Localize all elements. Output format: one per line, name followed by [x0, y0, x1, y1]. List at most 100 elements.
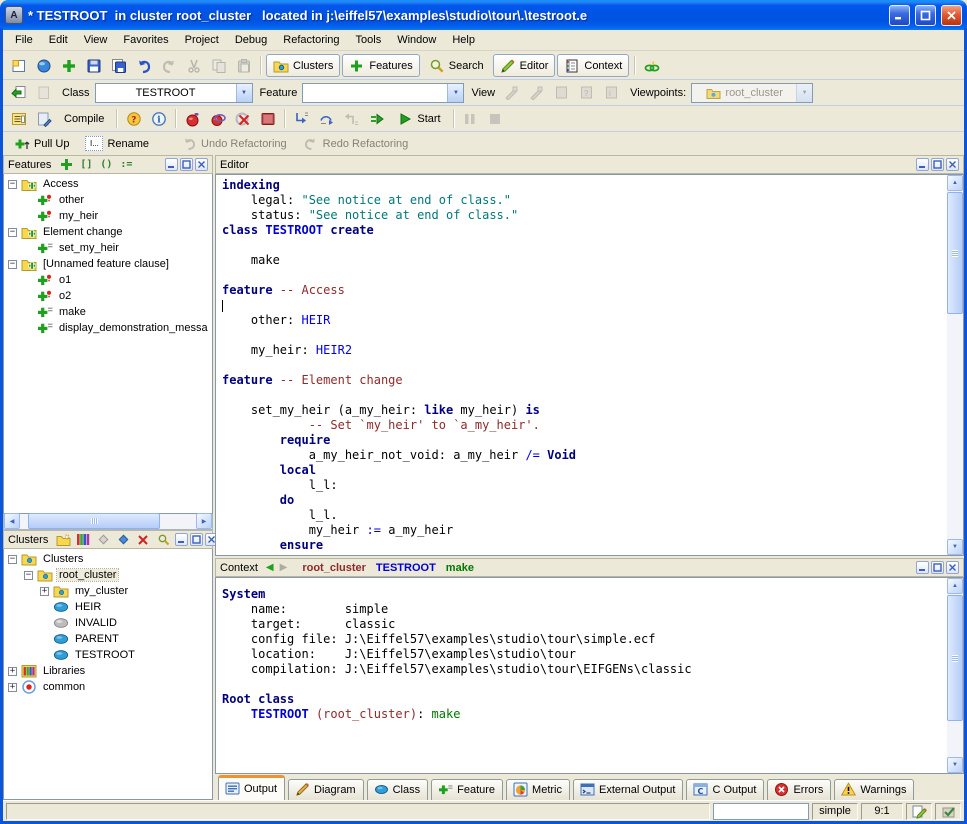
panel-minimize-icon[interactable]	[175, 533, 188, 546]
chevron-down-icon[interactable]: ▼	[447, 84, 463, 102]
menu-debug[interactable]: Debug	[227, 32, 275, 48]
breadcrumb-testroot[interactable]: TESTROOT	[376, 562, 436, 574]
chevron-down-icon[interactable]: ▼	[236, 84, 252, 102]
tree-item-other[interactable]: other	[4, 192, 212, 208]
editor-code[interactable]: indexing legal: "See notice at end of cl…	[215, 174, 964, 556]
status-search-input[interactable]	[713, 803, 809, 820]
feature-brackets-icon[interactable]: []	[78, 157, 94, 172]
feature-combobox[interactable]: ▼	[302, 83, 464, 103]
start-button[interactable]: Start	[390, 107, 447, 130]
panel-minimize-icon[interactable]	[165, 158, 178, 171]
tab-c-output[interactable]: CC Output	[686, 779, 764, 800]
menu-project[interactable]: Project	[177, 32, 227, 48]
tree-item-set-my-heir[interactable]: set_my_heir	[4, 240, 212, 256]
features-panel-header[interactable]: Features [] () :=	[3, 155, 213, 174]
collapse-toggle-icon[interactable]: −	[24, 571, 33, 580]
diamond-gray-icon[interactable]	[95, 532, 111, 547]
view-flat-icon[interactable]	[550, 82, 573, 104]
tab-class[interactable]: Class	[367, 779, 429, 800]
undo-icon[interactable]	[132, 55, 155, 77]
status-edit-icon[interactable]	[906, 803, 932, 820]
copy-icon[interactable]	[207, 55, 230, 77]
history-back-icon[interactable]: ◀	[266, 562, 274, 573]
expand-toggle-icon[interactable]: +	[8, 667, 17, 676]
redo-icon[interactable]	[157, 55, 180, 77]
tree-item-root-cluster[interactable]: −root_cluster	[4, 567, 212, 583]
status-compiled-icon[interactable]	[935, 803, 961, 820]
new-cluster-icon[interactable]	[55, 532, 71, 547]
tree-item-libraries[interactable]: +Libraries	[4, 663, 212, 679]
tree-item-parent[interactable]: PARENT	[4, 631, 212, 647]
scroll-left-button[interactable]: ◀	[4, 513, 20, 529]
scroll-down-button[interactable]: ▼	[947, 757, 963, 773]
back-icon[interactable]	[7, 82, 30, 104]
step-into-icon[interactable]	[290, 108, 313, 130]
tab-feature[interactable]: Feature	[431, 779, 503, 800]
clusters-panel-header[interactable]: Clusters	[3, 530, 213, 549]
collapse-toggle-icon[interactable]: −	[8, 228, 17, 237]
remove-icon[interactable]	[135, 532, 151, 547]
view-clickable-icon[interactable]	[525, 82, 548, 104]
open-file-icon[interactable]	[32, 55, 55, 77]
clusters-tree[interactable]: −Clusters−root_cluster+my_clusterHEIRINV…	[3, 549, 213, 800]
search-small-icon[interactable]	[155, 532, 171, 547]
history-forward-icon[interactable]: ▶	[280, 562, 288, 573]
menu-edit[interactable]: Edit	[41, 32, 76, 48]
cut-icon[interactable]	[182, 55, 205, 77]
step-over-icon[interactable]	[315, 108, 338, 130]
tab-diagram[interactable]: Diagram	[288, 779, 364, 800]
collapse-toggle-icon[interactable]: −	[8, 555, 17, 564]
melt-icon[interactable]	[181, 108, 204, 130]
tree-item-invalid[interactable]: INVALID	[4, 615, 212, 631]
link-context-icon[interactable]	[640, 55, 663, 77]
paste-icon[interactable]	[232, 55, 255, 77]
menu-help[interactable]: Help	[444, 32, 483, 48]
scroll-up-button[interactable]: ▲	[947, 175, 963, 191]
tree-item-o2[interactable]: o2	[4, 288, 212, 304]
menu-file[interactable]: File	[7, 32, 41, 48]
clusters-tool-button[interactable]: Clusters	[266, 54, 340, 77]
menu-refactoring[interactable]: Refactoring	[275, 32, 347, 48]
step-out-icon[interactable]	[340, 108, 363, 130]
tree-item-common[interactable]: +common	[4, 679, 212, 695]
breadcrumb-make[interactable]: make	[446, 562, 474, 574]
new-window-icon[interactable]	[7, 55, 30, 77]
save-icon[interactable]	[82, 55, 105, 77]
panel-close-icon[interactable]	[946, 561, 959, 574]
new-class-icon[interactable]	[57, 55, 80, 77]
context-output[interactable]: System name: simple target: classic conf…	[215, 577, 964, 774]
system-info-icon[interactable]: i	[147, 108, 170, 130]
run-ignore-breakpoints-icon[interactable]	[365, 108, 388, 130]
tree-item-o1[interactable]: o1	[4, 272, 212, 288]
forward-icon[interactable]	[32, 82, 55, 104]
pull-up-button[interactable]: Pull Up	[7, 132, 76, 155]
feature-assigner-icon[interactable]: :=	[118, 157, 134, 172]
minimize-button[interactable]	[889, 5, 910, 26]
scrollbar-thumb[interactable]	[947, 192, 963, 314]
menu-favorites[interactable]: Favorites	[115, 32, 176, 48]
breadcrumb-root-cluster[interactable]: root_cluster	[302, 562, 366, 574]
menu-tools[interactable]: Tools	[348, 32, 390, 48]
title-bar[interactable]: A * TESTROOT in cluster root_cluster loc…	[0, 0, 967, 30]
tab-errors[interactable]: Errors	[767, 779, 831, 800]
view-basic-icon[interactable]	[500, 82, 523, 104]
freeze-icon[interactable]	[206, 108, 229, 130]
tree-item-heir[interactable]: HEIR	[4, 599, 212, 615]
tree-item-testroot[interactable]: TESTROOT	[4, 647, 212, 663]
precompile-icon[interactable]	[256, 108, 279, 130]
collapse-toggle-icon[interactable]: −	[8, 180, 17, 189]
tree-item-unnamed-feature-clause[interactable]: −[Unnamed feature clause]	[4, 256, 212, 272]
tab-output[interactable]: Output	[218, 775, 285, 800]
tab-metric[interactable]: Metric	[506, 779, 570, 800]
search-tool-button[interactable]: Search	[422, 54, 491, 77]
add-feature-icon[interactable]	[58, 157, 74, 172]
editor-tool-button[interactable]: Editor	[493, 54, 556, 77]
editor-panel-header[interactable]: Editor	[215, 155, 964, 174]
library-small-icon[interactable]	[75, 532, 91, 547]
close-button[interactable]	[941, 5, 962, 26]
panel-minimize-icon[interactable]	[916, 158, 929, 171]
view-contract-icon[interactable]: ?	[575, 82, 598, 104]
scrollbar-thumb[interactable]	[947, 595, 963, 721]
edit-configuration-icon[interactable]	[32, 108, 55, 130]
panel-maximize-icon[interactable]	[180, 158, 193, 171]
